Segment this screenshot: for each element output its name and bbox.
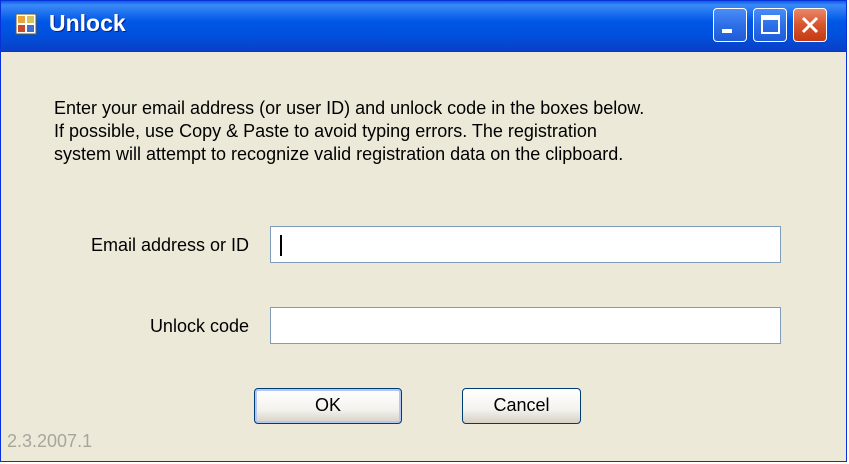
instruction-line: If possible, use Copy & Paste to avoid t… — [54, 121, 597, 141]
ok-button[interactable]: OK — [254, 388, 402, 424]
title-bar[interactable]: Unlock — [1, 1, 846, 52]
instruction-line: system will attempt to recognize valid r… — [54, 144, 624, 164]
instructions-text: Enter your email address (or user ID) an… — [54, 97, 814, 166]
email-field[interactable] — [270, 226, 781, 263]
unlock-code-field[interactable] — [270, 307, 781, 344]
email-label: Email address or ID — [90, 235, 249, 255]
minimize-button[interactable] — [713, 8, 747, 42]
app-window-icon — [15, 13, 37, 35]
window-title: Unlock — [49, 10, 126, 36]
unlock-code-label: Unlock code — [149, 316, 249, 336]
maximize-button[interactable] — [753, 8, 787, 42]
version-label: 2.3.2007.1 — [7, 431, 93, 451]
cancel-button[interactable]: Cancel — [462, 388, 581, 424]
instruction-line: Enter your email address (or user ID) an… — [54, 98, 645, 118]
close-button[interactable] — [793, 8, 827, 42]
unlock-dialog: Unlock Enter your email address (or user… — [0, 0, 847, 462]
text-caret — [280, 235, 282, 256]
